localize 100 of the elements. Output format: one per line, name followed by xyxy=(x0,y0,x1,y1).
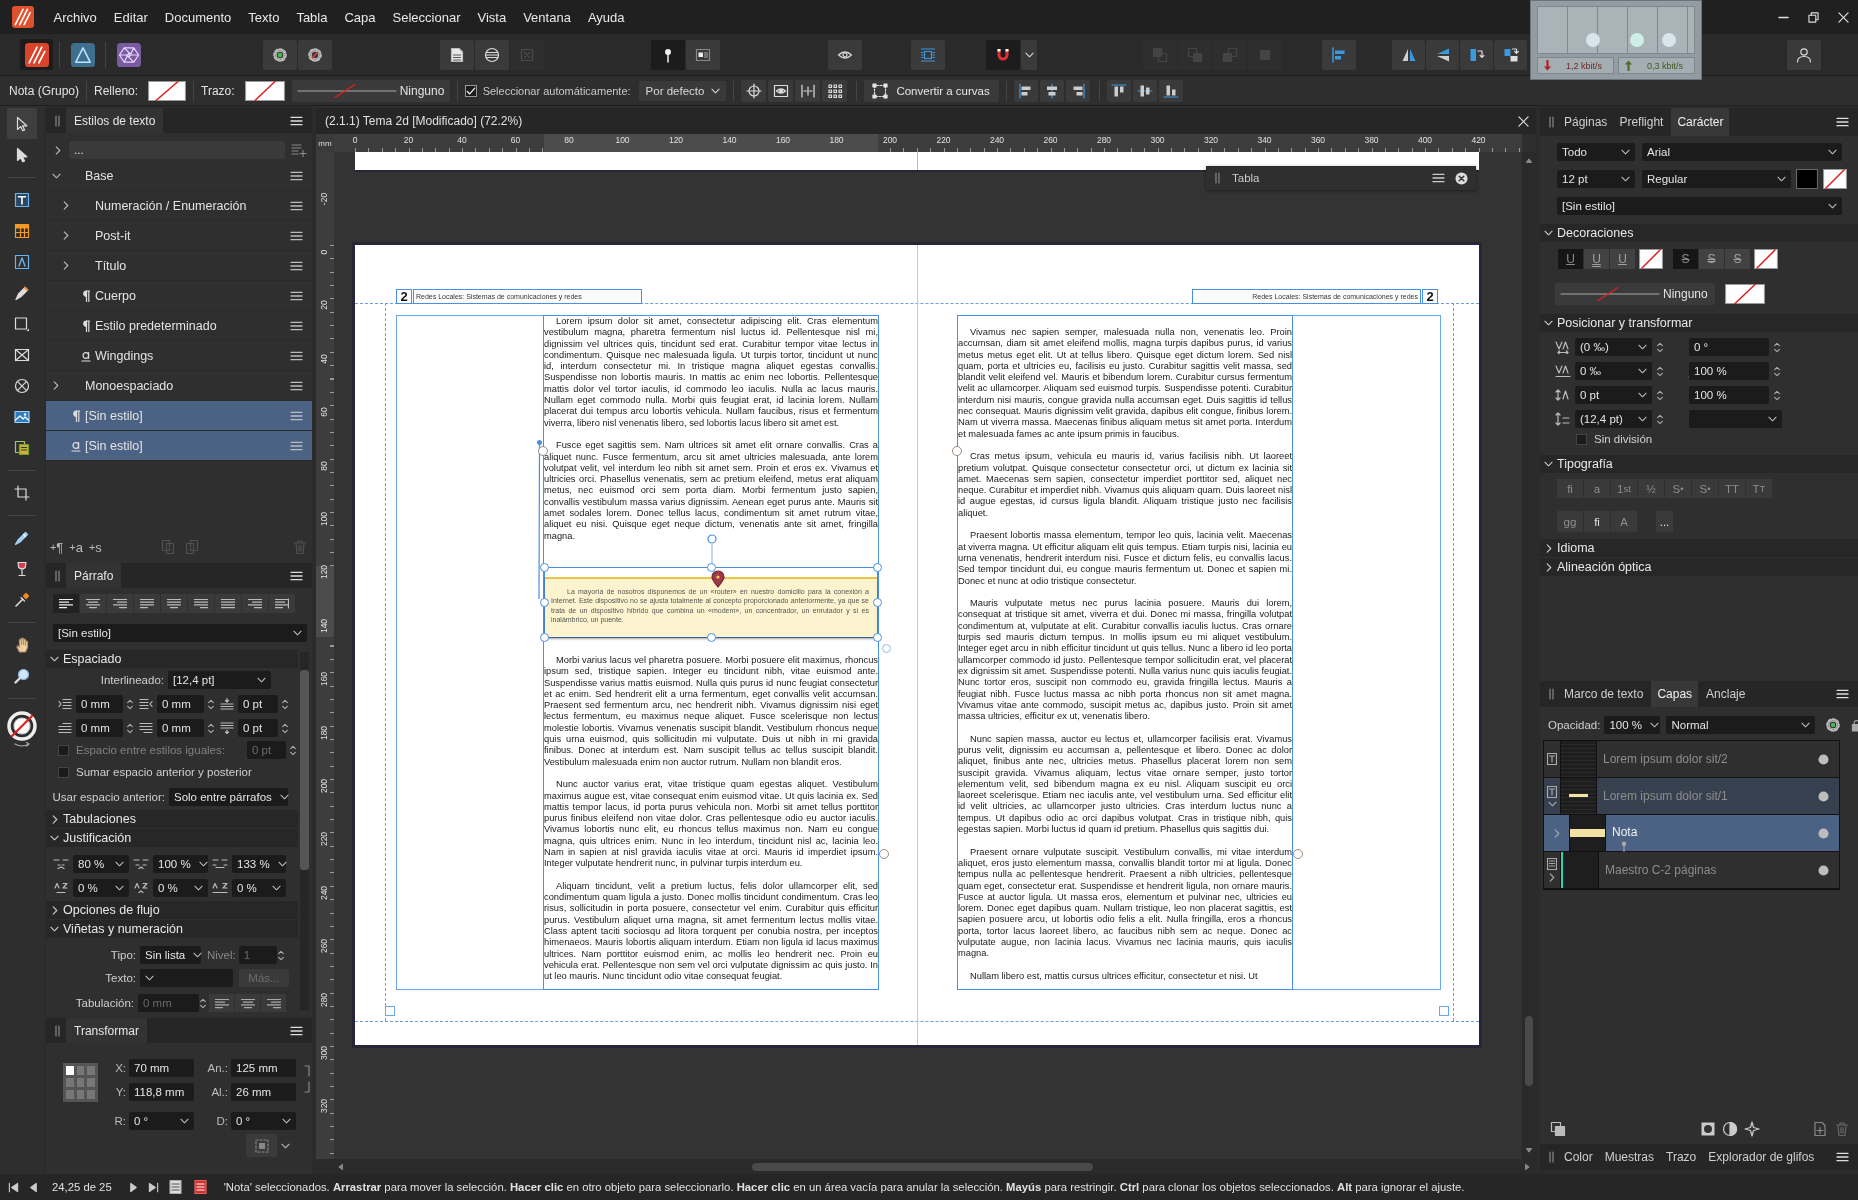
chevron-right-icon[interactable] xyxy=(63,231,69,240)
resize-handle[interactable] xyxy=(540,562,549,572)
dropdown-button[interactable] xyxy=(1021,39,1037,70)
menu-item[interactable]: Editar xyxy=(105,9,157,25)
align-button[interactable] xyxy=(1013,79,1038,102)
justification-dropdown[interactable]: 100 % xyxy=(153,855,208,873)
spacing-field[interactable]: 0 pt xyxy=(238,719,278,737)
align-button[interactable] xyxy=(1106,79,1131,102)
visibility-dot-icon[interactable] xyxy=(1818,827,1829,839)
visibility-dot-icon[interactable] xyxy=(1818,790,1829,802)
panel-tab[interactable]: Trazo xyxy=(1662,1144,1701,1170)
panel-tab[interactable]: Preflight xyxy=(1615,108,1668,136)
chevron-right-icon[interactable] xyxy=(53,381,59,390)
snapping-button[interactable] xyxy=(741,79,767,102)
empty-swatch-icon[interactable] xyxy=(1639,249,1663,269)
page-lines-icon[interactable] xyxy=(192,1179,209,1195)
style-item[interactable]: Base xyxy=(46,161,312,191)
character-field[interactable]: 100 % xyxy=(1689,386,1769,404)
style-item[interactable]: Numeración / Enumeración xyxy=(46,191,312,221)
menu-icon[interactable] xyxy=(1836,1152,1849,1162)
toolbar-button[interactable] xyxy=(298,39,332,70)
page-lines-icon[interactable] xyxy=(167,1179,184,1195)
menu-icon[interactable] xyxy=(290,380,303,391)
chevron-right-icon[interactable] xyxy=(1549,873,1555,882)
resize-handle[interactable] xyxy=(873,597,882,607)
menu-icon[interactable] xyxy=(290,320,303,331)
panel-tab[interactable]: Muestras xyxy=(1600,1144,1659,1170)
text-flow-port[interactable] xyxy=(1293,849,1303,859)
align-button[interactable] xyxy=(1158,79,1183,102)
transform-options-button[interactable] xyxy=(246,1134,277,1157)
justification-dropdown[interactable]: 0 % xyxy=(153,879,208,897)
paragraph-style-dropdown[interactable]: [Sin estilo] xyxy=(53,624,307,642)
chevron-right-icon[interactable] xyxy=(63,201,69,210)
section-header[interactable]: Justificación xyxy=(46,829,298,847)
character-field[interactable]: 0 ‰ xyxy=(1575,362,1652,380)
section-header[interactable]: Opciones de flujo xyxy=(46,901,298,919)
toolbar-button[interactable] xyxy=(1392,39,1425,70)
panel-tab[interactable]: Marco de texto xyxy=(1560,681,1648,707)
justification-dropdown[interactable]: 80 % xyxy=(73,855,129,873)
menu-item[interactable]: Capa xyxy=(335,9,385,25)
panel-tab[interactable]: Estilos de texto xyxy=(66,108,164,133)
section-header[interactable]: Tabulaciones xyxy=(46,810,298,828)
toolbar-button[interactable] xyxy=(1426,39,1459,70)
transform-dropdown[interactable]: 0 ° xyxy=(231,1112,296,1130)
close-icon[interactable] xyxy=(1455,171,1468,185)
alignment-button[interactable] xyxy=(269,594,296,613)
tool-button[interactable] xyxy=(7,108,37,139)
tab-alignment-button[interactable] xyxy=(235,994,261,1012)
decoration-button[interactable]: U xyxy=(1558,249,1583,269)
section-header[interactable]: Espaciado xyxy=(46,650,298,668)
checkbox[interactable] xyxy=(1576,433,1587,445)
snapping-button[interactable] xyxy=(768,79,794,102)
previous-page-icon[interactable] xyxy=(28,1181,39,1193)
toolbar-button[interactable] xyxy=(1494,39,1527,70)
panel-tab[interactable]: Explorador de glifos xyxy=(1704,1144,1819,1170)
section-header[interactable]: Decoraciones xyxy=(1540,224,1858,242)
justification-dropdown[interactable]: 0 % xyxy=(73,879,129,897)
menu-icon[interactable] xyxy=(290,1025,303,1036)
font-dropdown[interactable]: Arial xyxy=(1642,143,1842,161)
list-plus-icon[interactable] xyxy=(291,142,307,158)
typography-button[interactable]: fi xyxy=(1584,511,1611,532)
scrollbar[interactable] xyxy=(300,652,309,1011)
resize-handle[interactable] xyxy=(540,597,549,607)
spacing-field[interactable]: 0 mm xyxy=(76,719,123,737)
scroll-right-icon[interactable] xyxy=(1525,1162,1530,1171)
layer-row[interactable]: Nota xyxy=(1544,815,1839,852)
menu-item[interactable]: Seleccionar xyxy=(384,9,469,25)
visibility-dot-icon[interactable] xyxy=(1818,864,1829,876)
opacity-dropdown[interactable]: 100 % xyxy=(1604,716,1661,734)
resize-handle[interactable] xyxy=(873,562,882,572)
section-header[interactable]: Tipografía xyxy=(1540,455,1858,473)
empty-swatch-icon[interactable] xyxy=(1725,284,1765,304)
transform-field[interactable]: 118,8 mm xyxy=(129,1083,194,1101)
alignment-button[interactable] xyxy=(134,594,161,613)
effects-icon[interactable] xyxy=(1744,1121,1760,1137)
section-header[interactable]: Idioma xyxy=(1540,539,1858,557)
menu-icon[interactable] xyxy=(290,350,303,361)
menu-icon[interactable] xyxy=(290,200,303,211)
align-button[interactable] xyxy=(1132,79,1157,102)
first-page-icon[interactable] xyxy=(8,1181,19,1193)
character-style-dropdown[interactable]: [Sin estilo] xyxy=(1557,197,1842,215)
style-item[interactable]: Título xyxy=(46,251,312,281)
panel-tab[interactable]: Transformar xyxy=(66,1018,147,1043)
menu-icon[interactable] xyxy=(1836,689,1849,699)
menu-item[interactable]: Ayuda xyxy=(579,9,633,25)
section-header[interactable]: Alineación óptica xyxy=(1540,558,1858,576)
visibility-dot-icon[interactable] xyxy=(1818,753,1829,765)
line-weight-dropdown[interactable]: Ninguno xyxy=(1555,283,1715,305)
close-icon[interactable] xyxy=(1518,115,1529,127)
empty-swatch-icon[interactable] xyxy=(1823,169,1847,189)
menu-icon[interactable] xyxy=(290,260,303,271)
decoration-button[interactable]: S xyxy=(1725,249,1750,269)
transform-field[interactable]: 125 mm xyxy=(231,1059,296,1077)
resize-handle[interactable] xyxy=(707,632,716,642)
alignment-button[interactable] xyxy=(215,594,242,613)
scroll-up-icon[interactable] xyxy=(1525,158,1533,163)
account-button[interactable] xyxy=(1787,39,1821,70)
chevron-right-icon[interactable] xyxy=(63,261,69,270)
chevron-down-icon[interactable] xyxy=(1547,800,1557,807)
menu-item[interactable]: Ventana xyxy=(514,9,580,25)
